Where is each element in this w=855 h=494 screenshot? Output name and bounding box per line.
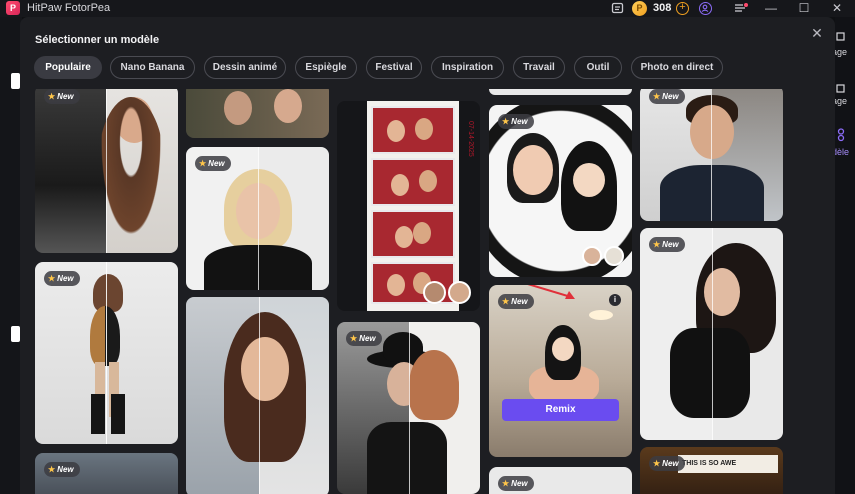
app-title: HitPaw FotorPea — [27, 2, 111, 14]
new-badge: ★ New — [44, 271, 80, 286]
split-divider — [106, 262, 107, 444]
minimize-button[interactable]: — — [756, 0, 786, 17]
new-badge: ★ New — [44, 462, 80, 477]
close-icon[interactable]: ✕ — [810, 26, 824, 40]
template-picker-modal: Sélectionner un modèle ✕ Populaire Nano … — [20, 17, 835, 494]
new-badge: ★ New — [498, 476, 534, 491]
photo-strip-date: 07-14-2025 — [467, 121, 474, 157]
coin-balance: 308 — [653, 2, 672, 14]
new-badge: ★ New — [498, 114, 534, 129]
new-badge: ★ New — [649, 237, 685, 252]
template-card[interactable]: ★ New — [186, 147, 329, 290]
lamp-shape — [589, 310, 613, 320]
template-card[interactable]: ★ New — [35, 453, 178, 494]
tab-inspiration[interactable]: Inspiration — [431, 56, 504, 79]
face-shape — [690, 105, 734, 159]
title-bar: P HitPaw FotorPea P 308 + — ☐ ✕ — [0, 0, 855, 17]
coin-icon: P — [632, 1, 647, 16]
split-divider — [259, 297, 260, 494]
tab-festival[interactable]: Festival — [366, 56, 422, 79]
remix-button[interactable]: Remix — [502, 399, 619, 421]
cafe-sign: THIS IS SO AWE — [678, 455, 778, 473]
template-grid: ★ New ★ New ★ New ★ New 07-14-2025 ★ New… — [20, 89, 835, 494]
template-card[interactable] — [489, 89, 632, 95]
boot-shape — [91, 394, 105, 434]
tab-espiegle[interactable]: Espiègle — [295, 56, 357, 79]
split-divider — [409, 322, 410, 494]
outfit-shape — [90, 306, 120, 366]
close-window-button[interactable]: ✕ — [822, 0, 852, 17]
template-card[interactable]: THIS IS SO AWE ★ New — [640, 447, 783, 494]
template-card[interactable]: ★ New — [337, 322, 480, 494]
template-card[interactable]: ★ New — [489, 105, 632, 277]
photo-background — [186, 89, 329, 138]
new-badge: ★ New — [498, 294, 534, 309]
hair-shape — [409, 350, 459, 420]
template-card[interactable]: ★ New — [35, 262, 178, 444]
tab-populaire[interactable]: Populaire — [34, 56, 102, 79]
background-model-icon — [836, 128, 846, 142]
template-card[interactable]: ★ New — [35, 89, 178, 253]
notification-dot — [744, 3, 748, 7]
reference-thumbnail — [604, 246, 624, 266]
outfit-shape — [660, 165, 764, 221]
reference-thumbnail — [423, 281, 446, 304]
info-icon[interactable]: i — [609, 294, 621, 306]
new-badge: ★ New — [649, 456, 685, 471]
tab-travail[interactable]: Travail — [513, 56, 565, 79]
template-card[interactable] — [186, 89, 329, 138]
face-shape — [704, 268, 740, 316]
face-shape — [513, 145, 553, 195]
tab-photo-en-direct[interactable]: Photo en direct — [631, 56, 723, 79]
template-card[interactable]: ★ New — [640, 228, 783, 440]
photo-frame — [371, 106, 455, 154]
tab-outil[interactable]: Outil — [574, 56, 622, 79]
add-coins-button[interactable]: + — [676, 2, 689, 15]
template-card[interactable]: ★ New — [640, 89, 783, 221]
template-card[interactable] — [186, 297, 329, 494]
split-divider — [711, 89, 712, 221]
boot-shape — [111, 394, 125, 434]
toy-face — [552, 337, 574, 361]
new-badge: ★ New — [346, 331, 382, 346]
template-card-hovered[interactable]: ★ New i Remix — [489, 285, 632, 457]
new-badge: ★ New — [649, 89, 685, 104]
split-divider — [712, 228, 713, 440]
reference-thumbnails — [423, 281, 471, 304]
tab-dessin-anime[interactable]: Dessin animé — [204, 56, 286, 79]
reference-thumbnails — [582, 246, 624, 266]
background-tool-icon — [836, 80, 846, 93]
reference-thumbnail — [448, 281, 471, 304]
toy-face — [573, 163, 605, 197]
background-item-icon — [11, 326, 20, 342]
face-shape — [274, 89, 302, 123]
background-tool-icon — [836, 28, 846, 41]
hair-shape — [97, 97, 165, 247]
outfit-shape — [670, 328, 750, 418]
background-item-icon — [11, 73, 20, 89]
app-logo: P — [6, 1, 20, 15]
split-divider — [106, 89, 107, 253]
reference-thumbnail — [582, 246, 602, 266]
modal-title: Sélectionner un modèle — [35, 34, 160, 46]
new-badge: ★ New — [44, 89, 80, 104]
user-account-icon[interactable] — [699, 2, 712, 15]
maximize-button[interactable]: ☐ — [789, 0, 819, 17]
message-icon[interactable] — [611, 2, 624, 15]
before-image — [35, 89, 106, 253]
face-shape — [241, 337, 289, 401]
split-divider — [258, 147, 259, 290]
new-badge: ★ New — [195, 156, 231, 171]
outfit-shape — [367, 422, 447, 494]
tab-nano-banana[interactable]: Nano Banana — [110, 56, 195, 79]
photo-frame — [371, 210, 455, 258]
template-card[interactable]: ★ New — [489, 467, 632, 494]
photo-frame — [371, 158, 455, 206]
face-shape — [224, 91, 252, 125]
template-card[interactable]: 07-14-2025 — [337, 101, 480, 311]
